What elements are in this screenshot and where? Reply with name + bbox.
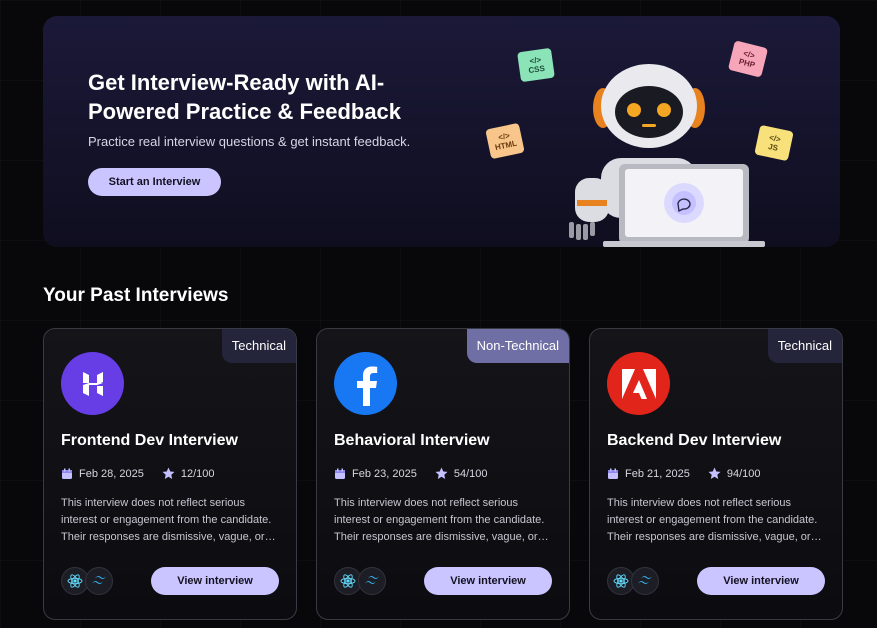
- tailwind-icon: [85, 567, 113, 595]
- section-title: Your Past Interviews: [43, 285, 229, 306]
- interview-meta: Feb 23, 2025 54/100: [334, 467, 506, 480]
- interview-type-badge: Technical: [221, 329, 296, 363]
- facebook-logo-icon: [334, 352, 397, 415]
- interview-date: Feb 23, 2025: [352, 467, 417, 480]
- interview-meta: Feb 28, 2025 12/100: [61, 467, 233, 480]
- view-interview-button[interactable]: View interview: [697, 567, 825, 595]
- interview-card: Technical Backend Dev Interview Feb 21, …: [589, 328, 843, 620]
- view-interview-button[interactable]: View interview: [424, 567, 552, 595]
- interview-title: Frontend Dev Interview: [61, 432, 238, 449]
- tech-stack: [607, 567, 659, 595]
- tailwind-icon: [631, 567, 659, 595]
- start-interview-button[interactable]: Start an Interview: [88, 168, 221, 196]
- score-item: 94/100: [708, 467, 761, 480]
- interview-score: 54/100: [453, 467, 488, 480]
- score-item: 12/100: [162, 467, 215, 480]
- hero-title: Get Interview-Ready with AI-Powered Prac…: [88, 70, 402, 124]
- tailwind-icon: [358, 567, 386, 595]
- star-icon: [708, 467, 721, 479]
- interview-description: This interview does not reflect serious …: [61, 497, 272, 543]
- tech-stack: [61, 567, 113, 595]
- date-item: Feb 28, 2025: [61, 468, 144, 480]
- interview-score: 12/100: [180, 467, 215, 480]
- date-item: Feb 21, 2025: [607, 468, 690, 480]
- robot-illustration: </> CSS </> PHP </> HTML </> JS: [483, 38, 813, 247]
- interview-score: 94/100: [726, 467, 761, 480]
- tech-stack: [334, 567, 386, 595]
- view-interview-button[interactable]: View interview: [151, 567, 279, 595]
- interview-title: Backend Dev Interview: [607, 432, 782, 449]
- interview-type-badge: Non-Technical: [466, 329, 569, 363]
- interview-type-badge: Technical: [767, 329, 842, 363]
- date-item: Feb 23, 2025: [334, 468, 417, 480]
- hostinger-logo-icon: [61, 352, 124, 415]
- hero-subtitle: Practice real interview questions & get …: [88, 134, 411, 149]
- hero-banner: Get Interview-Ready with AI-Powered Prac…: [43, 16, 840, 247]
- interview-date: Feb 21, 2025: [625, 467, 690, 480]
- interview-date: Feb 28, 2025: [79, 467, 144, 480]
- calendar-icon: [62, 468, 72, 479]
- calendar-icon: [608, 468, 618, 479]
- calendar-icon: [335, 468, 345, 479]
- interview-description: This interview does not reflect serious …: [607, 497, 818, 543]
- interview-card: Non-Technical Behavioral Interview Feb 2…: [316, 328, 570, 620]
- interview-title: Behavioral Interview: [334, 432, 490, 449]
- star-icon: [162, 467, 175, 479]
- interview-description: This interview does not reflect serious …: [334, 497, 545, 543]
- adobe-logo-icon: [607, 352, 670, 415]
- star-icon: [435, 467, 448, 479]
- interview-card: Technical Frontend Dev Interview Feb 28,…: [43, 328, 297, 620]
- score-item: 54/100: [435, 467, 488, 480]
- interview-meta: Feb 21, 2025 94/100: [607, 467, 779, 480]
